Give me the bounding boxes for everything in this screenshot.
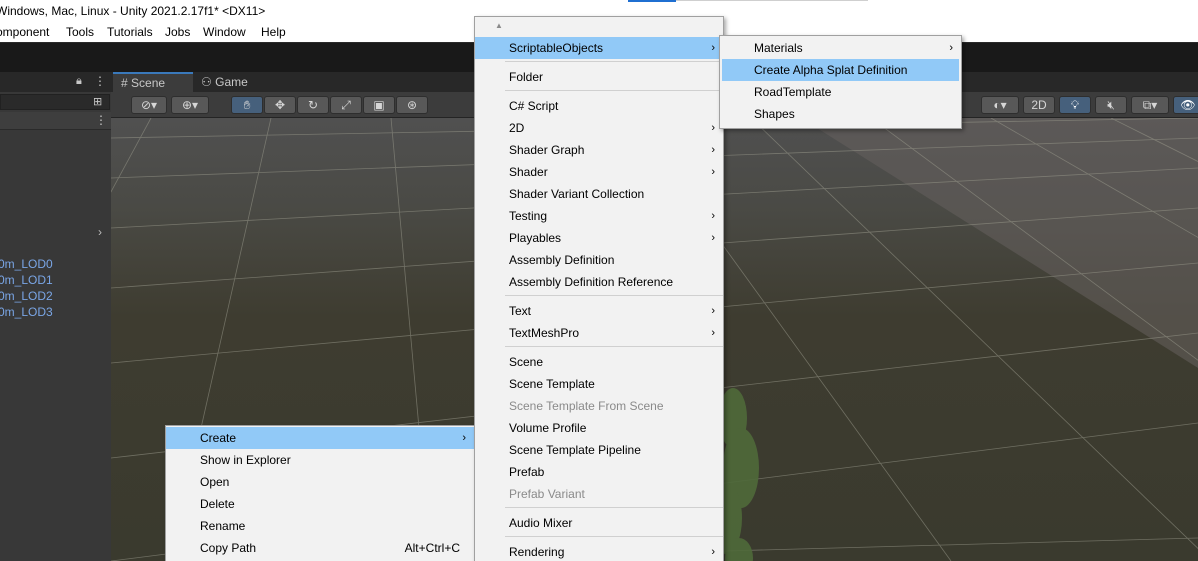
lock-icon[interactable]: 🔒︎ — [76, 75, 82, 88]
hierarchy-item[interactable]: 0m_LOD1 — [0, 273, 53, 287]
menu-separator — [505, 61, 723, 62]
menu-tools[interactable]: Tools — [66, 25, 94, 39]
menu-item-scene[interactable]: Scene — [475, 351, 723, 373]
hand-tool-button[interactable]: ✋︎ — [231, 96, 263, 114]
hierarchy-scene-row[interactable]: ⋮ — [0, 112, 111, 130]
chevron-right-icon: › — [949, 42, 953, 54]
scriptableobjects-submenu: Materials › Create Alpha Splat Definitio… — [719, 35, 962, 129]
menu-separator — [505, 507, 723, 508]
menu-separator — [505, 90, 723, 91]
menu-item-audio-mixer[interactable]: Audio Mixer — [475, 512, 723, 534]
chevron-right-icon: › — [711, 327, 715, 339]
menu-item-scene-template[interactable]: Scene Template — [475, 373, 723, 395]
lighting-toggle-button[interactable]: 💡︎ — [1059, 96, 1091, 114]
titlebar-accent — [628, 0, 676, 2]
effects-toggle-button[interactable]: ⧉▾ — [1131, 96, 1169, 114]
rotate-tool-button[interactable]: ↻ — [297, 96, 329, 114]
menu-help[interactable]: Help — [261, 25, 286, 39]
menu-item-rendering[interactable]: Rendering › — [475, 541, 723, 561]
menu-item-shader[interactable]: Shader › — [475, 161, 723, 183]
menu-separator — [505, 295, 723, 296]
chevron-right-icon: › — [711, 546, 715, 558]
tab-label: Game — [215, 75, 248, 89]
hierarchy-search-input[interactable]: ⊞ — [0, 94, 110, 110]
chevron-right-icon: › — [711, 166, 715, 178]
menu-item-create[interactable]: Create › — [166, 427, 474, 449]
chevron-right-icon: › — [711, 42, 715, 54]
menu-jobs[interactable]: Jobs — [165, 25, 190, 39]
menu-item-scene-template-pipeline[interactable]: Scene Template Pipeline — [475, 439, 723, 461]
transform-tool-button[interactable]: ⊛ — [396, 96, 428, 114]
tab-scene[interactable]: # Scene — [113, 72, 193, 92]
window-title: Windows, Mac, Linux - Unity 2021.2.17f1*… — [0, 4, 266, 18]
menu-tutorials[interactable]: Tutorials — [107, 25, 153, 39]
menu-item-prefab-variant: Prefab Variant — [509, 487, 585, 501]
chevron-right-icon: › — [711, 210, 715, 222]
project-context-menu: Create › Show in Explorer Open Delete Re… — [165, 425, 475, 561]
scale-tool-button[interactable]: ⤢ — [330, 96, 362, 114]
menu-item-assembly-definition[interactable]: Assembly Definition — [475, 249, 723, 271]
more-options-icon[interactable]: ⋮ — [95, 113, 107, 127]
chevron-right-icon[interactable]: › — [98, 225, 102, 239]
menu-window[interactable]: Window — [203, 25, 246, 39]
hierarchy-item[interactable]: 0m_LOD0 — [0, 257, 53, 271]
menu-item-2d[interactable]: 2D › — [475, 117, 723, 139]
menu-item-text[interactable]: Text › — [475, 300, 723, 322]
menu-item-create-alpha-splat-definition[interactable]: Create Alpha Splat Definition — [722, 59, 959, 81]
menu-separator — [505, 346, 723, 347]
chevron-right-icon: › — [711, 122, 715, 134]
global-toggle-button[interactable]: ⊕▾ — [171, 96, 209, 114]
menu-item-scene-template-from-scene: Scene Template From Scene — [509, 399, 664, 413]
shortcut-label: Alt+Ctrl+C — [404, 541, 460, 555]
rect-tool-button[interactable]: ▣ — [363, 96, 395, 114]
menu-item-shapes[interactable]: Shapes — [720, 103, 961, 125]
mode-2d-button[interactable]: 2D — [1023, 96, 1055, 114]
chevron-right-icon: › — [711, 305, 715, 317]
hierarchy-item[interactable]: 0m_LOD2 — [0, 289, 53, 303]
menu-item-show-in-explorer[interactable]: Show in Explorer — [166, 449, 474, 471]
menu-item-textmeshpro[interactable]: TextMeshPro › — [475, 322, 723, 344]
visibility-toggle-button[interactable]: 👁︎ — [1173, 96, 1198, 114]
move-tool-button[interactable]: ✥ — [264, 96, 296, 114]
menu-item-testing[interactable]: Testing › — [475, 205, 723, 227]
shading-mode-button[interactable]: ◐▾ — [981, 96, 1019, 114]
chevron-right-icon: › — [462, 432, 466, 444]
chevron-right-icon: › — [711, 232, 715, 244]
menu-item-shader-graph[interactable]: Shader Graph › — [475, 139, 723, 161]
scroll-up-icon[interactable]: ▲ — [495, 21, 503, 30]
menu-item-rename[interactable]: Rename — [166, 515, 474, 537]
menu-item-folder[interactable]: Folder — [475, 66, 723, 88]
menu-item-csharp-script[interactable]: C# Script — [475, 95, 723, 117]
menu-item-shader-variant-collection[interactable]: Shader Variant Collection — [475, 183, 723, 205]
gamepad-icon: ⚇ — [201, 75, 212, 89]
hierarchy-item[interactable]: 0m_LOD3 — [0, 305, 53, 319]
add-icon[interactable]: ⊞ — [93, 95, 102, 108]
chevron-right-icon: › — [711, 144, 715, 156]
menu-component[interactable]: omponent — [0, 25, 49, 39]
hierarchy-panel: 🔒︎ ⋮ ⊞ ⋮ › 0m_LOD0 0m_LOD1 0m_LOD2 0m_LO… — [0, 72, 111, 561]
audio-toggle-button[interactable]: 🔇︎ — [1095, 96, 1127, 114]
menu-item-materials[interactable]: Materials › — [720, 37, 961, 59]
menu-item-playables[interactable]: Playables › — [475, 227, 723, 249]
menu-item-open[interactable]: Open — [166, 471, 474, 493]
menu-item-assembly-definition-reference[interactable]: Assembly Definition Reference — [475, 271, 723, 293]
titlebar-divider — [676, 0, 868, 1]
create-submenu: ▲ ScriptableObjects › Folder C# Script 2… — [474, 16, 724, 561]
menu-item-delete[interactable]: Delete — [166, 493, 474, 515]
hierarchy-header: 🔒︎ ⋮ — [0, 72, 111, 92]
menu-item-scriptableobjects[interactable]: ScriptableObjects › — [475, 37, 723, 59]
tab-label: Scene — [131, 76, 166, 90]
grid-icon: # — [121, 76, 128, 90]
menu-item-copy-path[interactable]: Copy Path Alt+Ctrl+C — [166, 537, 474, 559]
more-options-icon[interactable]: ⋮ — [94, 74, 106, 88]
menu-item-roadtemplate[interactable]: RoadTemplate — [720, 81, 961, 103]
menu-item-prefab[interactable]: Prefab — [475, 461, 723, 483]
draw-mode-button[interactable]: ⊘▾ — [131, 96, 167, 114]
menu-separator — [505, 536, 723, 537]
menu-item-volume-profile[interactable]: Volume Profile — [475, 417, 723, 439]
tab-game[interactable]: ⚇ Game — [193, 72, 263, 92]
